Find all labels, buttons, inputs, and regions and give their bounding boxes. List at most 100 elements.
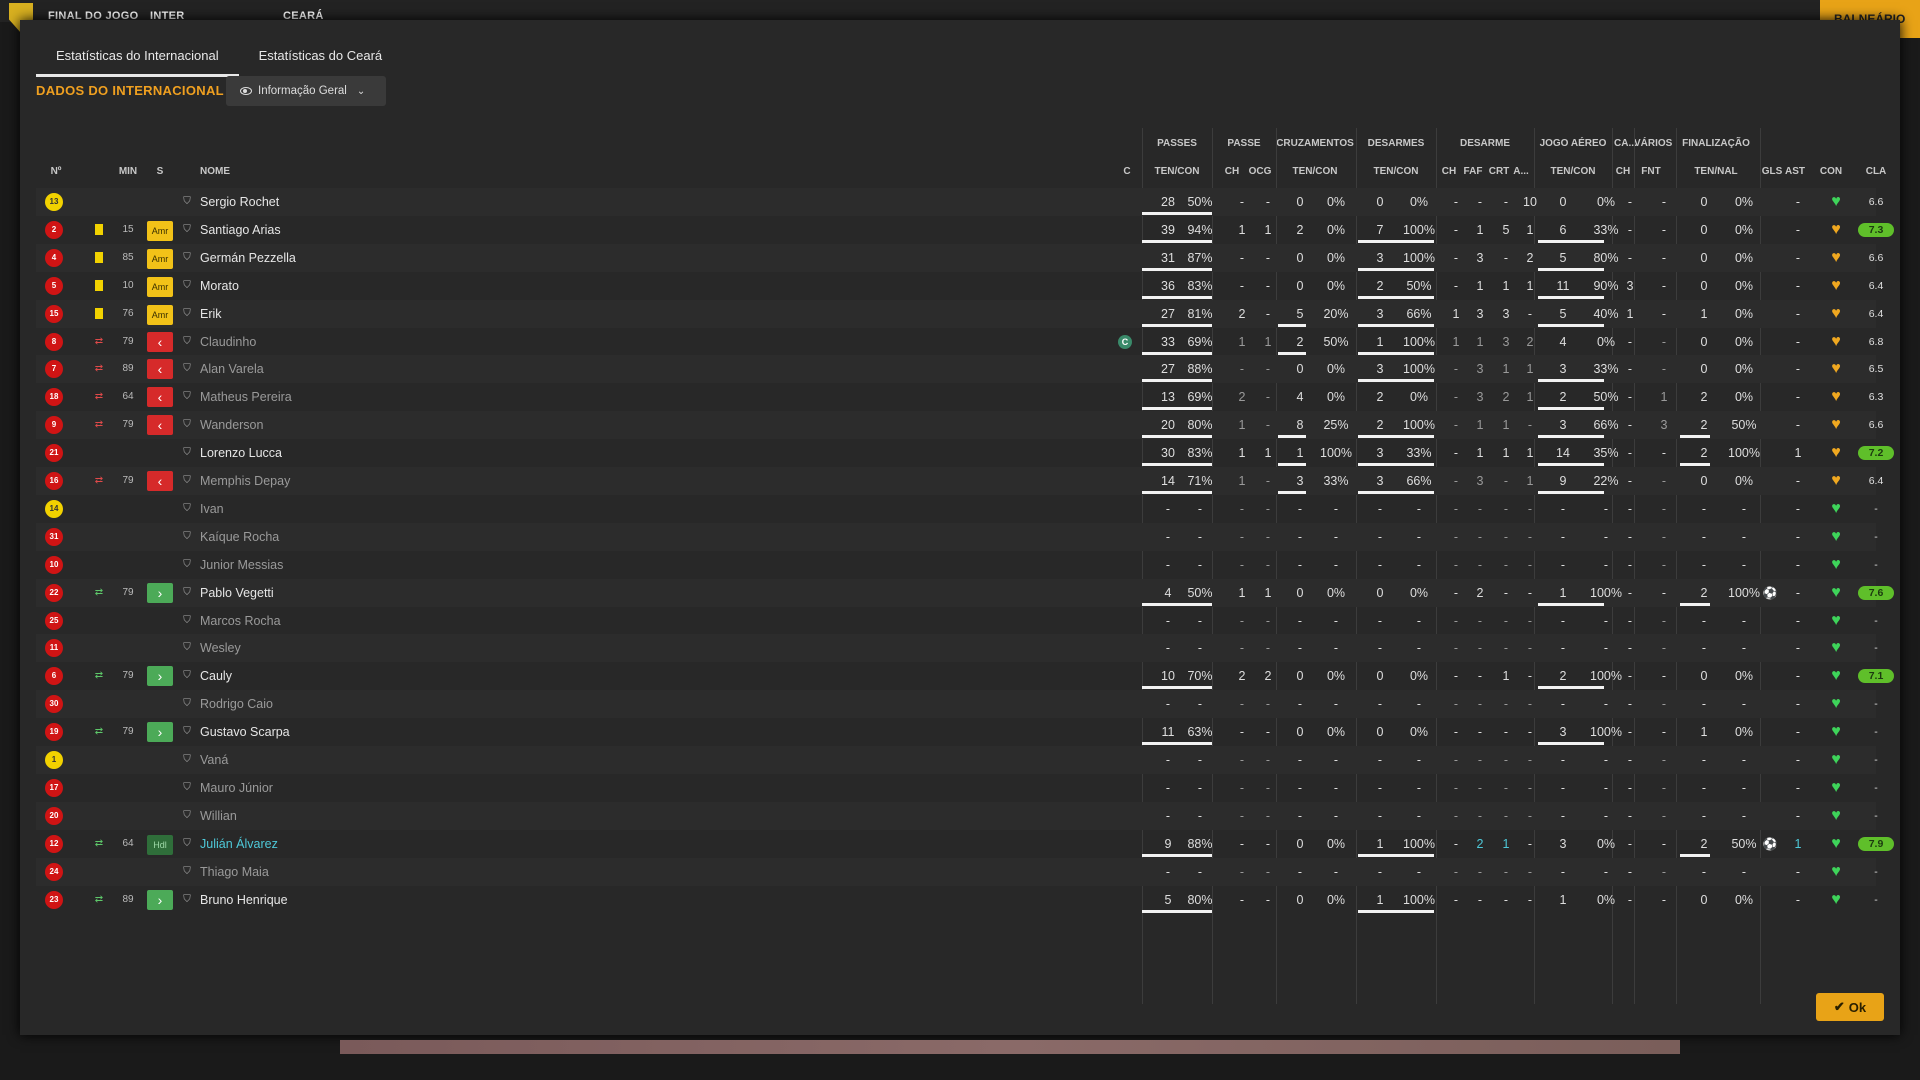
player-row[interactable]: 25 ⛉ Marcos Rocha - - - - - - - - - - - - - - - - - - - ♥ - bbox=[36, 607, 1878, 635]
minute-value: 79 bbox=[122, 475, 134, 486]
tab-home-stats[interactable]: Estatísticas do Internacional bbox=[36, 36, 239, 77]
column-header-crt[interactable]: CRT bbox=[1488, 166, 1510, 177]
stat-cell: 3 bbox=[1476, 362, 1484, 377]
stat-cell: - bbox=[1627, 892, 1633, 907]
player-name[interactable]: Erik bbox=[200, 300, 700, 328]
player-name[interactable]: Alan Varela bbox=[200, 355, 700, 383]
player-row[interactable]: 30 ⛉ Rodrigo Caio - - - - - - - - - - - - - - - - - - - ♥ - bbox=[36, 690, 1878, 719]
player-row[interactable]: 24 ⛉ Thiago Maia - - - - - - - - - - - - - - - - - - - ♥ - bbox=[36, 857, 1878, 886]
player-name[interactable]: Thiago Maia bbox=[200, 858, 700, 886]
player-row[interactable]: 19 ⇄ 79 › ⛉ Gustavo Scarpa 11 63% - -0 0% 0 0% - - - -3 1… bbox=[36, 718, 1878, 746]
stat-cell: - bbox=[1627, 222, 1633, 237]
tab-away-stats[interactable]: Estatísticas do Ceará bbox=[239, 36, 403, 76]
player-row[interactable]: 18 ⇄ 64 ‹ ⛉ Matheus Pereira 13 69% 2-4 0% 2 0% -3 2 1 2… bbox=[36, 383, 1883, 411]
player-name[interactable]: Santiago Arias bbox=[200, 216, 700, 244]
player-row[interactable]: 13 ⛉ Sergio Rochet 28 50% - -0 0% 0 0% - - -10 0 0% - -0… bbox=[36, 188, 1883, 216]
player-name[interactable]: Vaná bbox=[200, 746, 700, 774]
player-row[interactable]: 10 ⛉ Junior Messias - - - - - - - - - - - - - - - - - - - ♥ - bbox=[36, 551, 1878, 579]
stat-bar bbox=[1142, 295, 1212, 299]
player-row[interactable]: 31 ⛉ Kaíque Rocha - - - - - - - - - - - - - - - - - - - ♥ - bbox=[36, 522, 1878, 551]
player-row[interactable]: 22 ⇄ 79 › ⛉ Pablo Vegetti 4 50% 1 1 0 0% 0 0% -2- -1 100… bbox=[36, 578, 1894, 607]
player-name[interactable]: Wanderson bbox=[200, 411, 700, 439]
column-header-d_ch[interactable]: CH bbox=[1440, 166, 1458, 177]
condition-heart-icon: ♥ bbox=[1831, 555, 1841, 573]
player-row[interactable]: 5 10 Amr ⛉ Morato 36 83% - -0 0% 2 50% -1 1 1 11 90% 3-0 0… bbox=[36, 272, 1883, 300]
player-row[interactable]: 12 ⇄ 64 Hdl ⛉ Julián Álvarez 9 88% - -0 0% 1 100% -2 1… bbox=[36, 830, 1894, 858]
column-header-faf[interactable]: FAF bbox=[1462, 166, 1484, 177]
stat-cell: - bbox=[1197, 753, 1203, 767]
player-name[interactable]: Wesley bbox=[200, 634, 700, 662]
column-header-ca_ch[interactable]: CH bbox=[1614, 166, 1632, 177]
minute-value bbox=[115, 188, 141, 216]
sub-on-icon: › bbox=[147, 722, 173, 743]
rating-value: - bbox=[1874, 809, 1878, 822]
stat-cell: - bbox=[1453, 780, 1459, 795]
player-name[interactable]: Memphis Depay bbox=[200, 467, 700, 495]
column-header-gls[interactable]: GLS bbox=[1760, 166, 1784, 177]
column-header-finalizacao[interactable]: TEN/NAL bbox=[1680, 166, 1752, 177]
player-row[interactable]: 8 ⇄ 79 ‹ ⛉ Claudinho C 33 69% 1 1 2 50% 1 100% 1 1 3 2 4 0% -… bbox=[36, 328, 1883, 356]
player-name[interactable]: Lorenzo Lucca bbox=[200, 439, 700, 467]
column-header-passes[interactable]: TEN/CON bbox=[1144, 166, 1210, 177]
player-row[interactable]: 6 ⇄ 79 › ⛉ Cauly 10 70% 2 2 0 0% 0 0% - -1-2 100% - -0 0% - ♥… bbox=[36, 662, 1894, 690]
player-row[interactable]: 20 ⛉ Willian - - - - - - - - - - - - - - - - - - - ♥ - bbox=[36, 801, 1878, 830]
shirt-number: 10 bbox=[44, 551, 64, 579]
player-name[interactable]: Claudinho bbox=[200, 328, 700, 356]
column-header-cruz[interactable]: TEN/CON bbox=[1280, 166, 1350, 177]
player-name[interactable]: Cauly bbox=[200, 662, 700, 690]
condition-heart-icon: ♥ bbox=[1831, 834, 1841, 852]
player-name[interactable]: Gustavo Scarpa bbox=[200, 718, 700, 746]
player-name[interactable]: Bruno Henrique bbox=[200, 886, 700, 914]
player-row[interactable]: 15 76 Amr ⛉ Erik 27 81% 2-5 20% 3 66% 1 3 3-5 40% 1-1 0%… bbox=[36, 299, 1883, 328]
stat-cell: - bbox=[1560, 753, 1566, 767]
column-header-fnt[interactable]: FNT bbox=[1640, 166, 1662, 177]
player-row[interactable]: 7 ⇄ 89 ‹ ⛉ Alan Varela 27 88% - -0 0% 3 100% -3 1 1 3 33%… bbox=[36, 355, 1883, 384]
stat-cell: - bbox=[1527, 892, 1533, 907]
player-name[interactable]: Morato bbox=[200, 272, 700, 300]
column-header-ocg[interactable]: OCG bbox=[1248, 166, 1272, 177]
column-header-ast[interactable]: AST bbox=[1784, 166, 1806, 177]
column-header-a[interactable]: A... bbox=[1512, 166, 1530, 177]
player-row[interactable]: 14 ⛉ Ivan - - - - - - - - - - - - - - - - - - - ♥ - bbox=[36, 495, 1878, 523]
column-header-desarmes[interactable]: TEN/CON bbox=[1360, 166, 1432, 177]
column-header-s[interactable]: S bbox=[147, 166, 173, 177]
player-name[interactable]: Mauro Júnior bbox=[200, 774, 700, 802]
player-name[interactable]: Willian bbox=[200, 802, 700, 830]
condition-heart-icon: ♥ bbox=[1831, 360, 1841, 378]
player-name[interactable]: Kaíque Rocha bbox=[200, 523, 700, 551]
stat-cell: 3 bbox=[1502, 334, 1510, 349]
player-name[interactable]: Rodrigo Caio bbox=[200, 690, 700, 718]
view-dropdown[interactable]: Informação Geral ⌄ bbox=[226, 76, 386, 106]
column-header-con[interactable]: CON bbox=[1814, 166, 1848, 177]
column-header-min[interactable]: MIN bbox=[115, 166, 141, 177]
player-row[interactable]: 1 ⛉ Vaná - - - - - - - - - - - - - - - - - - - ♥ - bbox=[36, 746, 1878, 774]
column-header-name[interactable]: NOME bbox=[200, 166, 260, 177]
column-header-aereo[interactable]: TEN/CON bbox=[1538, 166, 1608, 177]
player-name[interactable]: Matheus Pereira bbox=[200, 383, 700, 411]
player-name[interactable]: Ivan bbox=[200, 495, 700, 523]
player-name[interactable]: Julián Álvarez bbox=[200, 830, 700, 858]
player-row[interactable]: 17 ⛉ Mauro Júnior - - - - - - - - - - - - - - - - - - - ♥ - bbox=[36, 774, 1878, 802]
player-row[interactable]: 16 ⇄ 79 ‹ ⛉ Memphis Depay 14 71% 1-3 33% 3 66% -3-1 9… bbox=[36, 467, 1883, 495]
ok-button[interactable]: ✔ Ok bbox=[1816, 993, 1884, 1021]
player-name[interactable]: Junior Messias bbox=[200, 551, 700, 579]
column-header-num[interactable]: Nº bbox=[44, 166, 68, 177]
player-row[interactable]: 23 ⇄ 89 › ⛉ Bruno Henrique 5 80% - -0 0% 1 100% - - - -1… bbox=[36, 886, 1878, 914]
stat-cell: - bbox=[1453, 362, 1459, 377]
player-row[interactable]: 11 ⛉ Wesley - - - - - - - - - - - - - - - - - - - ♥ - bbox=[36, 634, 1878, 663]
stat-cell: - bbox=[1165, 808, 1171, 823]
player-row[interactable]: 2 15 Amr ⛉ Santiago Arias 39 94% 1 1 2 0% 7 100% -1 5 1… bbox=[36, 216, 1894, 244]
player-name[interactable]: Germán Pezzella bbox=[200, 244, 700, 272]
player-row[interactable]: 9 ⇄ 79 ‹ ⛉ Wanderson 20 80% 1-8 25% 2 100% -1 1-3 66% -… bbox=[36, 411, 1883, 440]
column-header-ch[interactable]: CH bbox=[1222, 166, 1242, 177]
player-name[interactable]: Marcos Rocha bbox=[200, 607, 700, 635]
player-name[interactable]: Sergio Rochet bbox=[200, 188, 700, 216]
column-header-cla[interactable]: CLA bbox=[1856, 166, 1896, 177]
stat-bar bbox=[1538, 463, 1604, 467]
player-name[interactable]: Pablo Vegetti bbox=[200, 579, 700, 607]
column-header-c[interactable]: C bbox=[1118, 166, 1136, 177]
player-row[interactable]: 21 ⛉ Lorenzo Lucca 30 83% 1 1 1 100% 3 33% -1 1 1 14 35… bbox=[36, 439, 1894, 467]
stat-cell: - bbox=[1333, 697, 1339, 712]
player-row[interactable]: 4 85 Amr ⛉ Germán Pezzella 31 87% - -0 0% 3 100% -3-… bbox=[36, 243, 1883, 272]
goal-icon: ⚽ bbox=[1762, 836, 1778, 851]
